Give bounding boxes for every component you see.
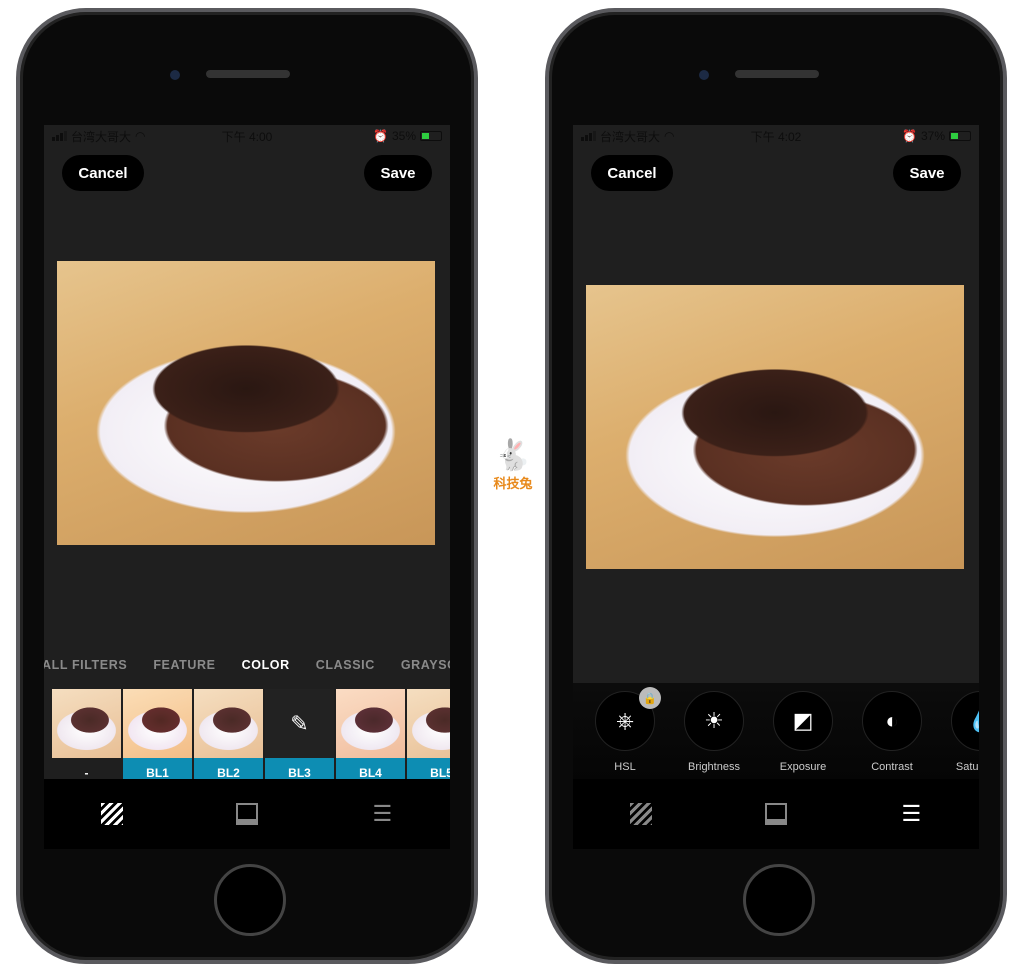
adjust-label: Contrast [871,761,913,773]
filter-thumbnail [194,689,263,758]
tab-grayscale[interactable]: GRAYSCALE [401,658,450,672]
frame-icon[interactable] [234,803,260,825]
status-time: 下午 4:00 [221,129,273,144]
signal-icon [52,131,67,141]
filter-bl3[interactable]: ✎ BL3 [265,689,334,787]
pencil-icon: ✎ [265,689,334,758]
front-camera [170,70,180,80]
speaker [206,70,290,78]
adjust-brightness[interactable]: ☀ Brightness [684,683,744,779]
phone-left: 台湾大哥大 ◠ 下午 4:00 ⏰ 35% Cancel Save ALL FILT… [16,8,478,964]
tab-color[interactable]: COLOR [242,658,290,672]
adjust-icon[interactable]: ☰ [898,801,924,826]
adjust-exposure[interactable]: ◩ Exposure [773,683,833,779]
adjust-label: HSL [614,761,636,773]
speaker [735,70,819,78]
filter-bl4[interactable]: BL4 [336,689,405,787]
photo-preview [57,261,435,545]
battery-percent: 35% [391,129,416,143]
screen-filters: 台湾大哥大 ◠ 下午 4:00 ⏰ 35% Cancel Save ALL FILT… [44,125,450,849]
filters-icon[interactable] [628,803,654,825]
tab-classic[interactable]: CLASSIC [316,658,375,672]
status-bar: 台湾大哥大 ◠ 下午 4:02 ⏰ 37% [573,125,979,147]
carrier: 台湾大哥大 [600,129,661,144]
contrast-icon: ◐ [862,691,922,751]
filter-bl1[interactable]: BL1 [123,689,192,787]
tab-all-filters[interactable]: ALL FILTERS [44,658,127,672]
filter-none[interactable]: - [52,689,121,787]
alarm-icon: ⏰ [902,129,917,143]
sun-icon: ☀ [684,691,744,751]
adjust-contrast[interactable]: ◐ Contrast [862,683,922,779]
filter-thumbnail [123,689,192,758]
cancel-button[interactable]: Cancel [591,155,673,191]
status-time: 下午 4:02 [750,129,802,144]
home-button[interactable] [743,864,815,936]
bottom-toolbar: ☰ [44,779,450,849]
save-button[interactable]: Save [893,155,961,191]
battery-icon [420,131,442,141]
frame-icon[interactable] [763,803,789,825]
adjustment-tools: ⎈🔒HSL ☀Brightness ◩Exposure ◐Contrast 💧S… [573,683,979,779]
filters-icon[interactable] [99,803,125,825]
adjust-label: Brightness [688,761,740,773]
alarm-icon: ⏰ [373,129,388,143]
front-camera [699,70,709,80]
filter-strip: - BL1 BL2 ✎ BL3 BL4 BL5 [52,689,450,787]
photo-preview [586,285,964,569]
wifi-icon: ◠ [664,129,675,143]
signal-icon [581,131,596,141]
adjust-label: Saturation [955,761,979,773]
filter-thumbnail [336,689,405,758]
tab-feature[interactable]: FEATURE [153,658,215,672]
adjust-saturation[interactable]: 💧 Saturation [951,683,979,779]
screen-adjust: 台湾大哥大 ◠ 下午 4:02 ⏰ 37% Cancel Save ⎈ 🔒 HSL ☀ B… [573,125,979,849]
watermark-text: 科技兔 [493,476,533,491]
filter-bl2[interactable]: BL2 [194,689,263,787]
adjust-hsl[interactable]: ⎈ 🔒 HSL [595,683,661,779]
filter-bl5[interactable]: BL5 [407,689,450,787]
wifi-icon: ◠ [135,129,146,143]
status-bar: 台湾大哥大 ◠ 下午 4:00 ⏰ 35% [44,125,450,147]
lock-icon: 🔒 [639,687,661,709]
adjust-label: Exposure [779,761,827,773]
filter-category-tabs: ALL FILTERS FEATURE COLOR CLASSIC GRAYSC… [44,645,450,685]
carrier: 台湾大哥大 [71,129,132,144]
watermark-logo: 🐇 科技兔 [488,438,538,492]
cancel-button[interactable]: Cancel [62,155,144,191]
home-button[interactable] [214,864,286,936]
exposure-icon: ◩ [773,691,833,751]
filter-thumbnail [52,689,121,758]
phone-right: 台湾大哥大 ◠ 下午 4:02 ⏰ 37% Cancel Save ⎈ 🔒 HSL ☀ B… [545,8,1007,964]
bottom-toolbar: ☰ [573,779,979,849]
adjust-icon[interactable]: ☰ [369,801,395,826]
battery-percent: 37% [920,129,945,143]
battery-icon [949,131,971,141]
save-button[interactable]: Save [364,155,432,191]
filter-thumbnail [407,689,450,758]
saturation-icon: 💧 [951,691,979,751]
rabbit-hat-icon: 🐇 [494,439,532,472]
